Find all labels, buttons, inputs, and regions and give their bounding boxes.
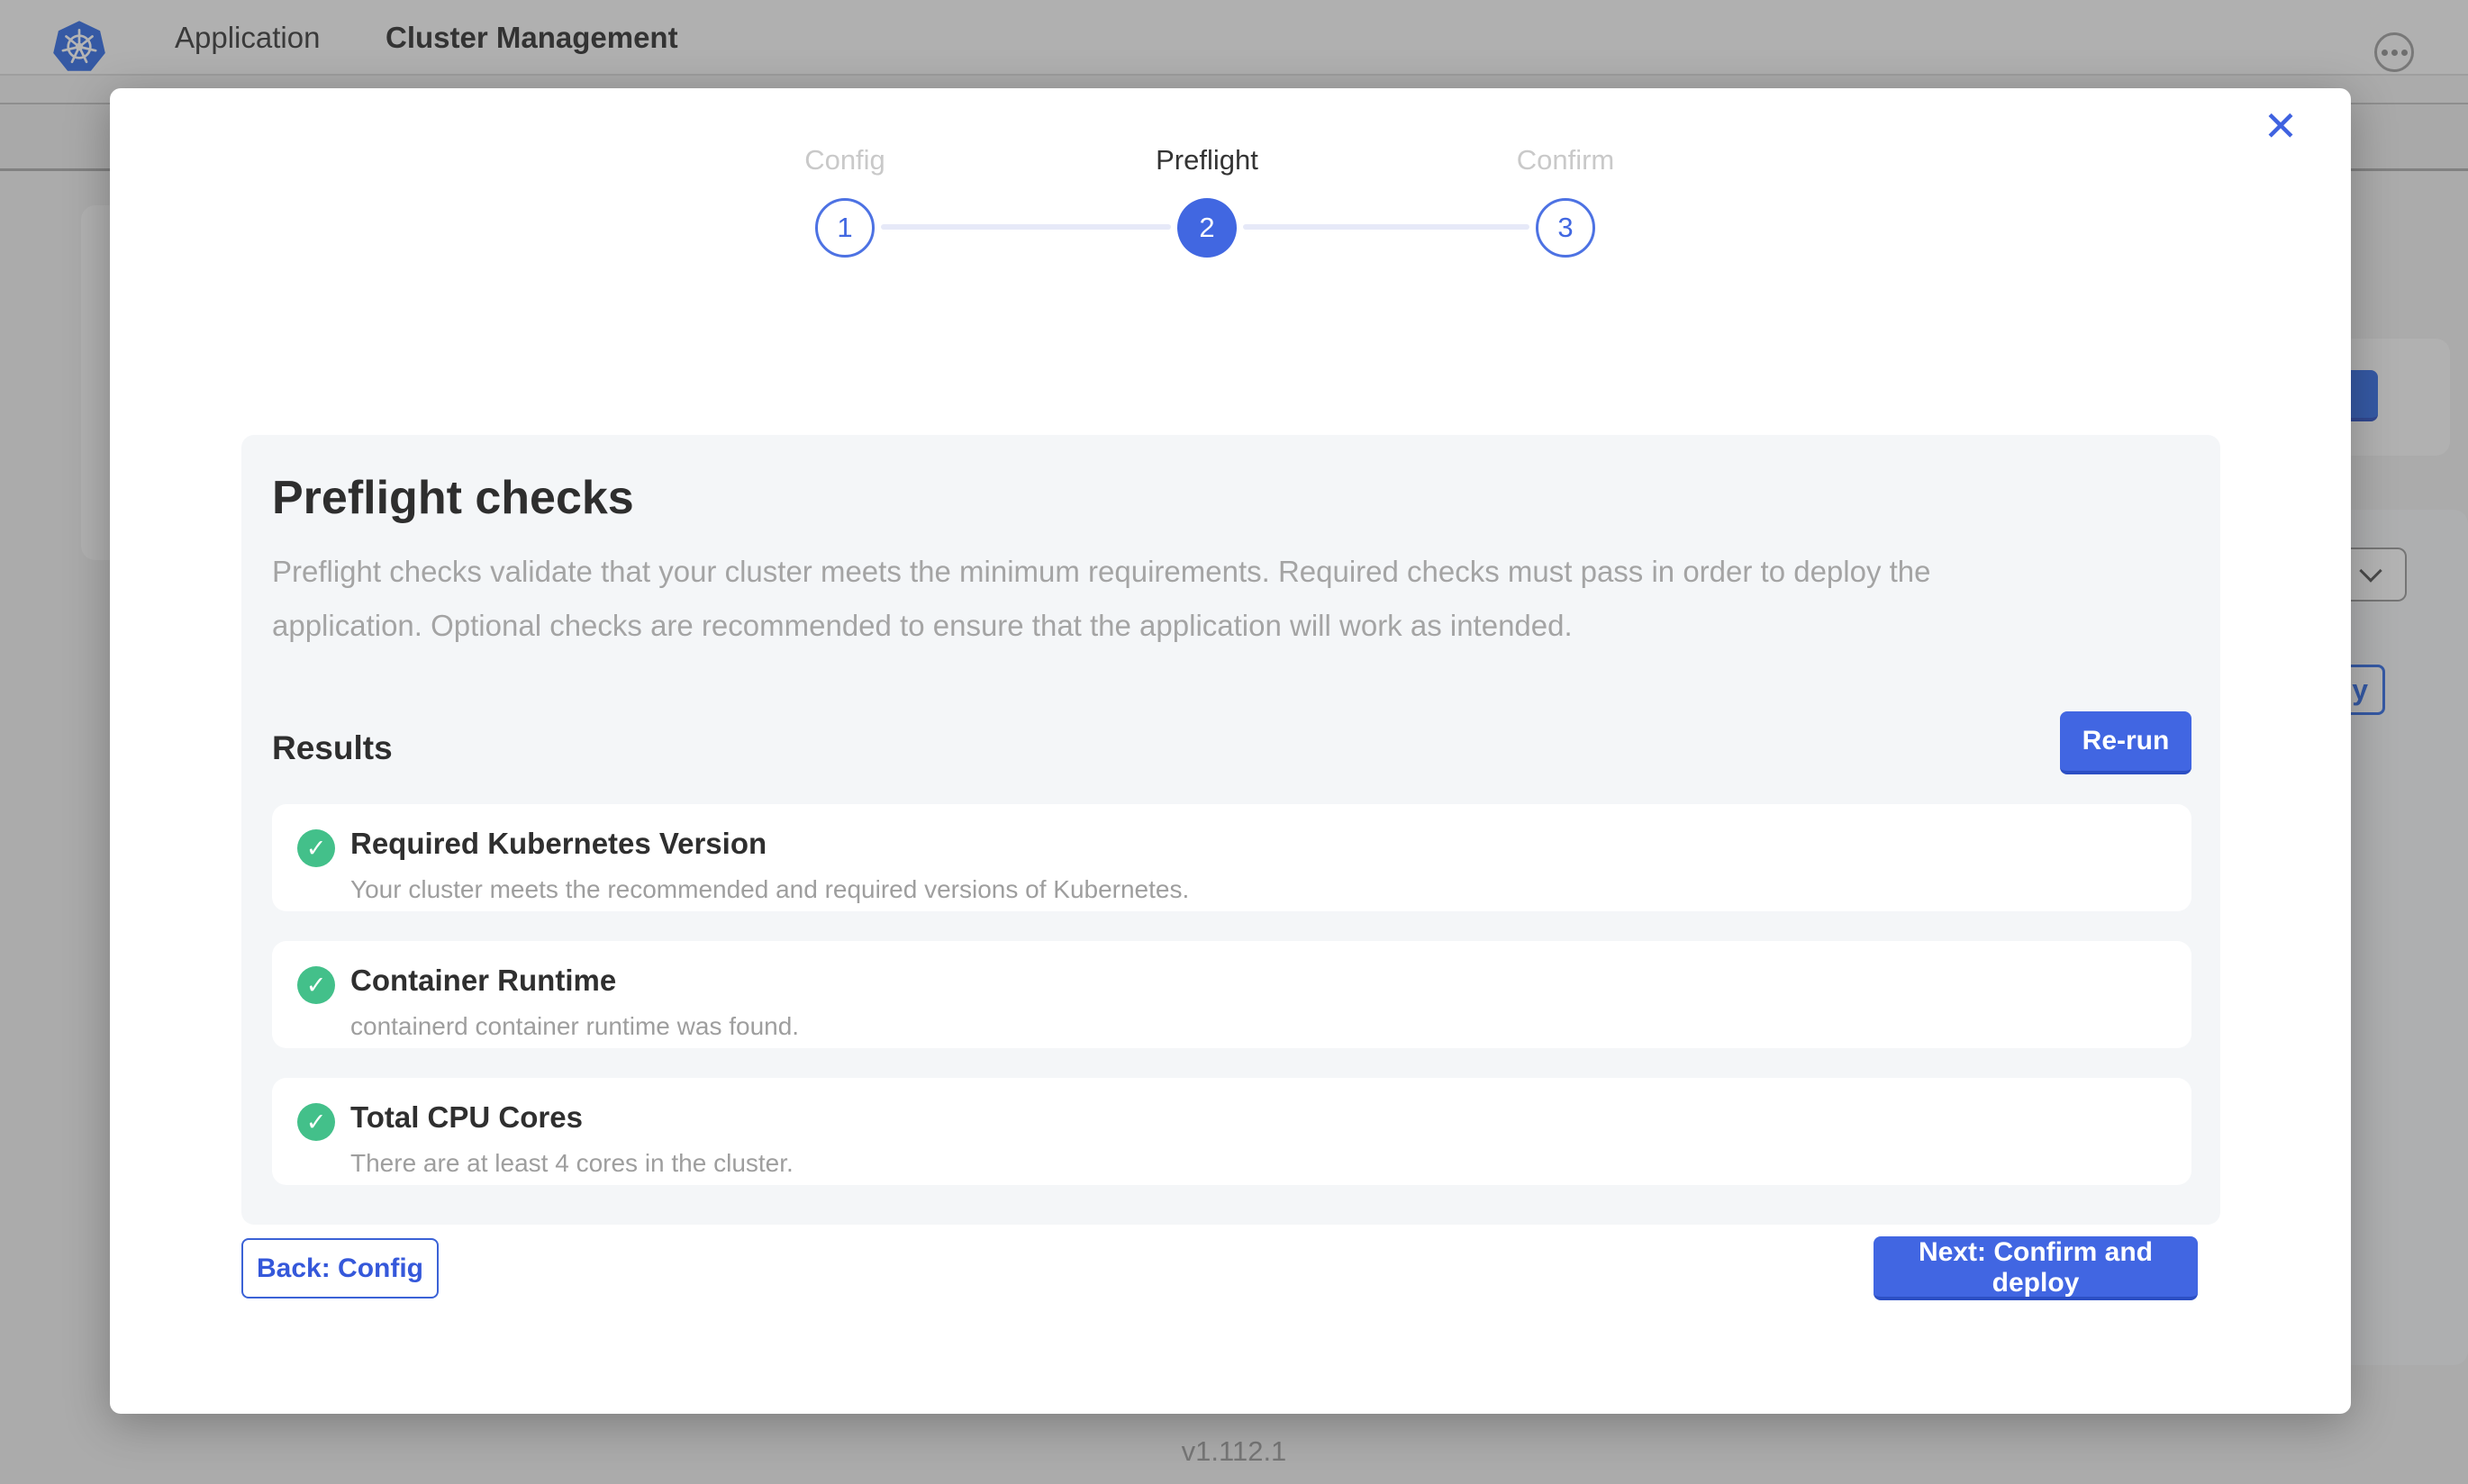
step-circle-preflight[interactable]: 2 xyxy=(1177,198,1237,258)
description-line: application. Optional checks are recomme… xyxy=(272,599,2191,653)
back-config-button[interactable]: Back: Config xyxy=(241,1238,439,1298)
check-title: Required Kubernetes Version xyxy=(350,827,1189,861)
panel-description: Preflight checks validate that your clus… xyxy=(272,545,2191,653)
close-icon[interactable]: ✕ xyxy=(2252,97,2309,155)
check-message: containerd container runtime was found. xyxy=(350,1012,799,1041)
check-pass-icon: ✓ xyxy=(297,966,335,1004)
check-pass-icon: ✓ xyxy=(297,1103,335,1141)
check-message: There are at least 4 cores in the cluste… xyxy=(350,1149,794,1178)
preflight-panel: Preflight checks Preflight checks valida… xyxy=(241,435,2220,1225)
check-title: Total CPU Cores xyxy=(350,1100,794,1135)
check-results-list: ✓ Required Kubernetes Version Your clust… xyxy=(272,804,2191,1185)
rerun-button[interactable]: Re-run xyxy=(2060,711,2191,774)
step-label-confirm: Confirm xyxy=(1430,144,1701,176)
results-heading: Results xyxy=(272,729,393,774)
check-pass-icon: ✓ xyxy=(297,829,335,867)
step-circle-config[interactable]: 1 xyxy=(815,198,875,258)
stepper-connector xyxy=(1243,224,1529,230)
preflight-check-row: ✓ Total CPU Cores There are at least 4 c… xyxy=(272,1078,2191,1185)
preflight-check-row: ✓ Container Runtime containerd container… xyxy=(272,941,2191,1048)
results-header-row: Results Re-run xyxy=(272,711,2191,774)
preflight-modal: ✕ Config Preflight Confirm 1 2 3 Preflig… xyxy=(110,88,2351,1414)
check-text: Total CPU Cores There are at least 4 cor… xyxy=(350,1100,794,1185)
step-label-config: Config xyxy=(710,144,980,176)
check-message: Your cluster meets the recommended and r… xyxy=(350,875,1189,904)
step-label-preflight: Preflight xyxy=(1072,144,1342,176)
check-title: Container Runtime xyxy=(350,964,799,998)
check-text: Container Runtime containerd container r… xyxy=(350,964,799,1048)
next-confirm-deploy-button[interactable]: Next: Confirm and deploy xyxy=(1874,1236,2198,1300)
stepper-connector xyxy=(881,224,1171,230)
panel-title: Preflight checks xyxy=(272,471,2191,525)
check-text: Required Kubernetes Version Your cluster… xyxy=(350,827,1189,911)
screen: Application Cluster Management 0 y v1.11… xyxy=(0,0,2468,1484)
description-line: Preflight checks validate that your clus… xyxy=(272,545,2191,599)
step-circle-confirm[interactable]: 3 xyxy=(1536,198,1595,258)
preflight-check-row: ✓ Required Kubernetes Version Your clust… xyxy=(272,804,2191,911)
